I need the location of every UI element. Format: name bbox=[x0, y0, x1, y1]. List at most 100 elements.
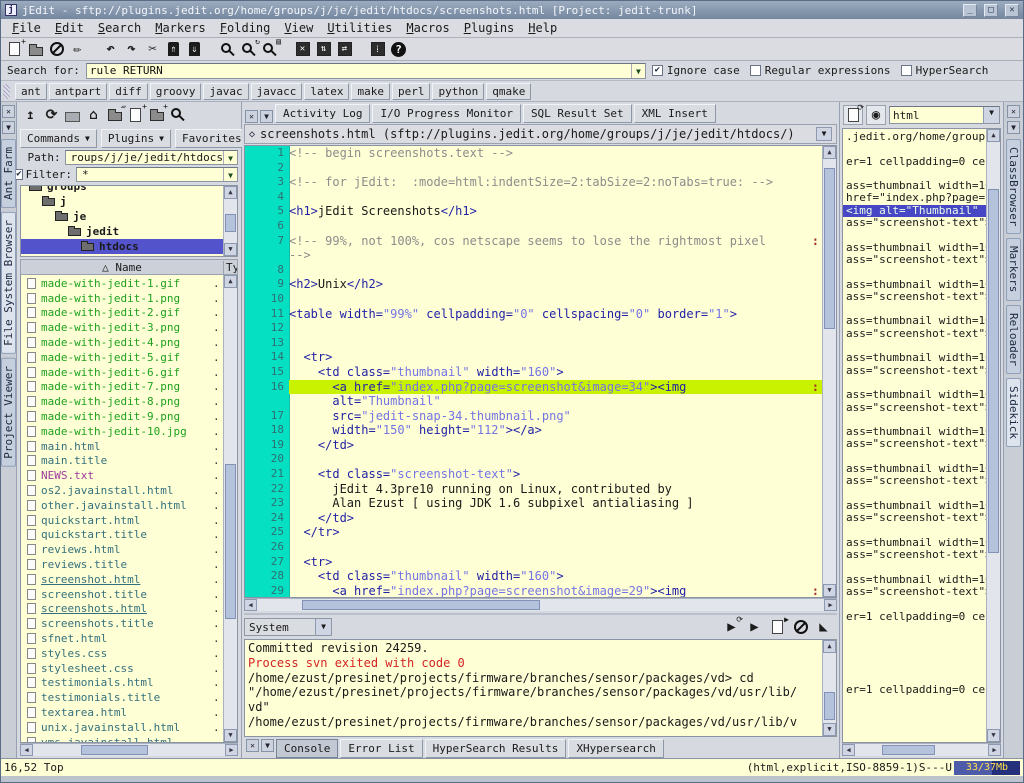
mode-button-qmake[interactable]: qmake bbox=[486, 83, 531, 100]
file-row[interactable]: other.javainstall.html. bbox=[21, 498, 223, 513]
mode-button-python[interactable]: python bbox=[432, 83, 484, 100]
structure-node[interactable]: ass="screenshot-text"> bbox=[843, 586, 986, 598]
regular-expressions-checkbox[interactable] bbox=[750, 65, 761, 76]
sidekick-scrollbar[interactable]: ▲ ▼ bbox=[986, 129, 1000, 742]
dock-tab-file-system-browser[interactable]: File System Browser bbox=[1, 212, 16, 354]
dock-tab-sidekick[interactable]: Sidekick bbox=[1006, 378, 1021, 447]
top-dock-close-icon[interactable]: ✕ bbox=[245, 110, 258, 123]
menu-file[interactable]: File bbox=[5, 19, 48, 37]
path-combo[interactable]: roups/j/je/jedit/htdocs ▼ bbox=[65, 150, 238, 165]
find-next-icon[interactable]: ↻ bbox=[239, 40, 258, 59]
new-file-icon[interactable]: + bbox=[126, 105, 145, 124]
parser-mode-dropdown-icon[interactable]: ▼ bbox=[983, 107, 999, 123]
sidekick-hscrollbar[interactable]: ◀ ▶ bbox=[842, 743, 1001, 756]
bottom-dock-close-icon[interactable]: ✕ bbox=[246, 739, 259, 752]
shell-dropdown-icon[interactable]: ▼ bbox=[315, 619, 331, 635]
clear-icon[interactable]: ◣ bbox=[814, 618, 833, 637]
buffer-switcher[interactable]: ◇ screenshots.html (sftp://plugins.jedit… bbox=[244, 124, 837, 144]
file-row[interactable]: reviews.html. bbox=[21, 542, 223, 557]
close-button[interactable]: ✕ bbox=[1005, 4, 1019, 17]
option-regular-expressions[interactable]: Regular expressions bbox=[750, 64, 891, 77]
structure-node[interactable]: ass="screenshot-text"> bbox=[843, 512, 986, 524]
file-row[interactable]: textarea.html. bbox=[21, 705, 223, 720]
file-row[interactable]: stylesheet.css. bbox=[21, 661, 223, 676]
right-dock-menu-icon[interactable]: ▼ bbox=[1007, 121, 1020, 134]
structure-node[interactable]: ass=thumbnail width=160> bbox=[843, 180, 986, 192]
minimize-button[interactable]: _ bbox=[963, 4, 977, 17]
structure-node[interactable]: ass="screenshot-text"> bbox=[843, 402, 986, 414]
maximize-button[interactable]: □ bbox=[984, 4, 998, 17]
search-input[interactable] bbox=[87, 64, 631, 77]
search-history-dropdown-icon[interactable]: ▼ bbox=[631, 64, 645, 78]
mode-button-javacc[interactable]: javacc bbox=[251, 83, 303, 100]
dock-tab-console[interactable]: Console bbox=[276, 739, 338, 758]
structure-node[interactable] bbox=[843, 168, 986, 180]
file-row[interactable]: screenshot.title. bbox=[21, 587, 223, 602]
menu-plugins[interactable]: Plugins bbox=[457, 19, 522, 37]
file-row[interactable]: screenshots.html. bbox=[21, 602, 223, 617]
fsb-menu-commands[interactable]: Commands▼ bbox=[20, 129, 97, 148]
file-row[interactable]: made-with-jedit-2.gif. bbox=[21, 306, 223, 321]
help-icon[interactable]: ? bbox=[389, 40, 408, 59]
menu-view[interactable]: View bbox=[277, 19, 320, 37]
structure-node[interactable]: ass=thumbnail width=160> bbox=[843, 426, 986, 438]
new-directory-icon[interactable]: + bbox=[147, 105, 166, 124]
reload-directory-icon[interactable]: ⟳ bbox=[42, 105, 61, 124]
left-dock-close-icon[interactable]: ✕ bbox=[2, 105, 15, 118]
structure-node[interactable]: ass=thumbnail width=160> bbox=[843, 242, 986, 254]
menu-macros[interactable]: Macros bbox=[399, 19, 456, 37]
parent-directory-icon[interactable]: ↥ bbox=[21, 105, 40, 124]
file-row[interactable]: unix.javainstall.html. bbox=[21, 720, 223, 735]
redo-icon[interactable]: ↷ bbox=[122, 40, 141, 59]
file-row[interactable]: main.html. bbox=[21, 439, 223, 454]
dock-tab-ant-farm[interactable]: Ant Farm bbox=[1, 139, 16, 208]
file-row[interactable]: made-with-jedit-5.gif. bbox=[21, 350, 223, 365]
type-column-header[interactable]: Ty bbox=[223, 261, 237, 274]
hypersearch-checkbox[interactable] bbox=[901, 65, 912, 76]
mode-button-antpart[interactable]: antpart bbox=[49, 83, 107, 100]
mode-button-groovy[interactable]: groovy bbox=[150, 83, 202, 100]
structure-node[interactable] bbox=[843, 660, 986, 672]
dock-tab-activity-log[interactable]: Activity Log bbox=[275, 104, 370, 123]
left-dock-menu-icon[interactable]: ▼ bbox=[2, 121, 15, 134]
title-bar[interactable]: j jEdit - sftp://plugins.jedit.org/home/… bbox=[1, 1, 1023, 19]
structure-node[interactable]: ass=thumbnail width=160> bbox=[843, 574, 986, 586]
mode-button-javac[interactable]: javac bbox=[203, 83, 248, 100]
buffer-options-icon[interactable]: ⁞ bbox=[368, 40, 387, 59]
mode-button-latex[interactable]: latex bbox=[304, 83, 349, 100]
file-list-scrollbar[interactable]: ▲ ▼ bbox=[223, 275, 237, 742]
file-row[interactable]: made-with-jedit-7.png. bbox=[21, 380, 223, 395]
console-output[interactable]: Committed revision 24259.Process svn exi… bbox=[245, 640, 822, 736]
structure-node[interactable] bbox=[843, 598, 986, 610]
tree-node-htdocs[interactable]: htdocs bbox=[21, 239, 223, 254]
dock-tab-project-viewer[interactable]: Project Viewer bbox=[1, 358, 16, 467]
menu-folding[interactable]: Folding bbox=[213, 19, 278, 37]
structure-node[interactable]: ass="screenshot-text"> bbox=[843, 475, 986, 487]
refresh-parse-icon[interactable]: ⟳ bbox=[844, 106, 862, 125]
unsplit-icon[interactable]: ✕ bbox=[293, 40, 312, 59]
file-row[interactable]: reviews.title. bbox=[21, 557, 223, 572]
structure-node[interactable]: ass=thumbnail width=160> bbox=[843, 537, 986, 549]
save-icon[interactable]: ✏ bbox=[68, 40, 87, 59]
structure-node[interactable] bbox=[843, 561, 986, 573]
file-row[interactable]: testimonials.html. bbox=[21, 676, 223, 691]
dock-tab-hypersearch-results[interactable]: HyperSearch Results bbox=[425, 739, 567, 758]
split-vertical-icon[interactable]: ⇄ bbox=[335, 40, 354, 59]
cut-icon[interactable]: ✂ bbox=[143, 40, 162, 59]
structure-node[interactable]: href="index.php?page=screen bbox=[843, 192, 986, 204]
dock-tab-markers[interactable]: Markers bbox=[1006, 238, 1021, 300]
tree-node-je[interactable]: je bbox=[21, 209, 223, 224]
text-area[interactable]: 1<!-- begin screenshots.text -->23<!-- f… bbox=[245, 146, 822, 597]
structure-node[interactable]: ass="screenshot-text"> bbox=[843, 291, 986, 303]
structure-node[interactable] bbox=[843, 623, 986, 635]
structure-node[interactable] bbox=[843, 525, 986, 537]
option-hypersearch[interactable]: HyperSearch bbox=[901, 64, 989, 77]
structure-node[interactable] bbox=[843, 672, 986, 684]
file-row[interactable]: made-with-jedit-10.jpg. bbox=[21, 424, 223, 439]
mode-button-make[interactable]: make bbox=[351, 83, 390, 100]
menu-search[interactable]: Search bbox=[91, 19, 148, 37]
follow-caret-icon[interactable]: ◉ bbox=[867, 106, 885, 125]
structure-node[interactable] bbox=[843, 340, 986, 352]
fsb-menu-plugins[interactable]: Plugins▼ bbox=[101, 129, 171, 148]
follow-caret-button[interactable]: ◉ bbox=[866, 105, 886, 125]
